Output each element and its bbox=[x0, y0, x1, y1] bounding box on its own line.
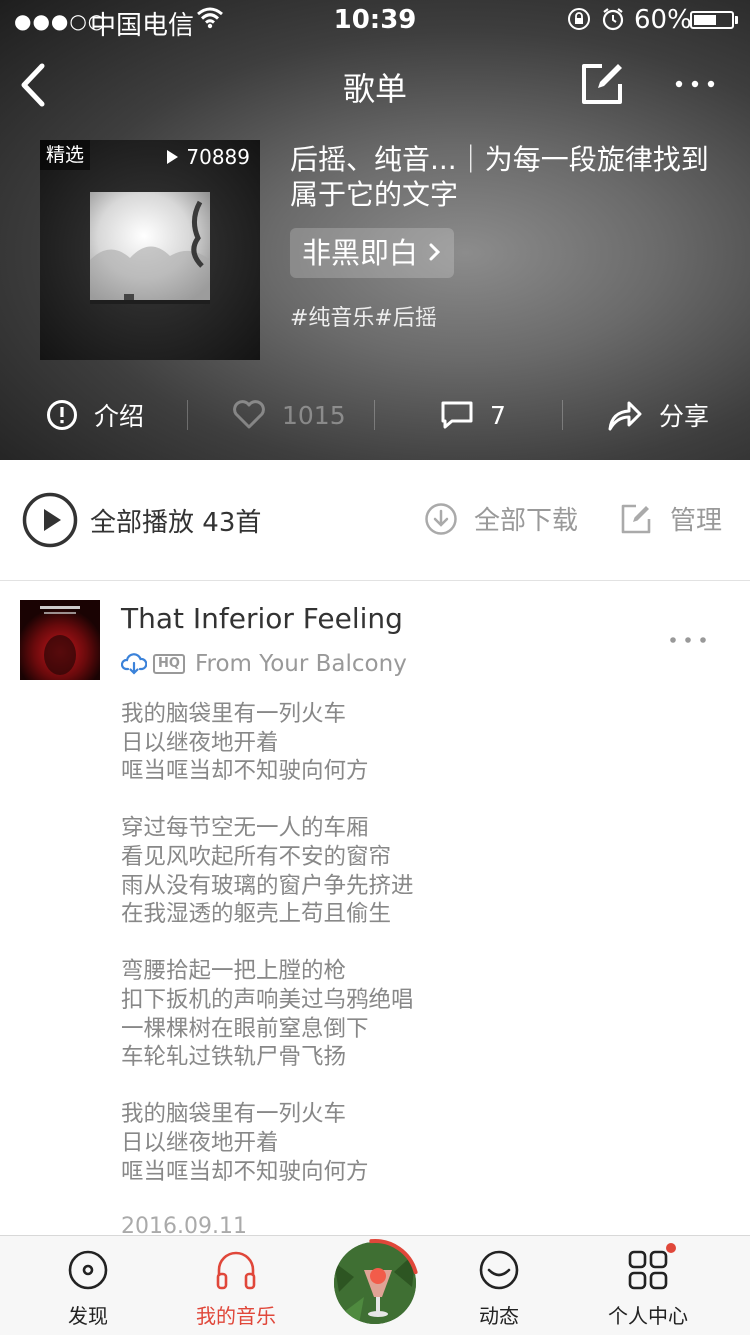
manage-label: 管理 bbox=[670, 506, 723, 536]
tab-my-music-label: 我的音乐 bbox=[196, 1304, 276, 1328]
alarm-icon bbox=[600, 6, 626, 39]
cloud-download-icon bbox=[121, 653, 147, 675]
smile-icon bbox=[479, 1250, 519, 1290]
tab-friends[interactable]: 动态 bbox=[424, 1236, 574, 1335]
notification-dot bbox=[666, 1243, 676, 1253]
rotation-lock-icon bbox=[566, 6, 592, 39]
creator-button[interactable]: 非黑即白 bbox=[290, 228, 455, 279]
lyric-line: 车轮轧过铁轨尸骨飞扬 bbox=[121, 1044, 347, 1071]
grid-icon bbox=[628, 1250, 668, 1290]
heart-icon bbox=[233, 400, 265, 429]
tab-my-music[interactable]: 我的音乐 bbox=[161, 1236, 311, 1335]
lyric-line: 我的脑袋里有一列火车 bbox=[121, 1101, 347, 1128]
lyric-line: 一棵棵树在眼前窒息倒下 bbox=[121, 1015, 369, 1042]
lyric-line: 哐当哐当却不知驶向何方 bbox=[121, 1158, 369, 1185]
song-title[interactable]: That Inferior Feeling bbox=[121, 602, 403, 635]
lyric-line: 看见风吹起所有不安的窗帘 bbox=[121, 843, 392, 870]
like-button[interactable]: 1015 bbox=[232, 385, 346, 445]
intro-button[interactable]: 介绍 bbox=[46, 385, 144, 445]
play-circle-icon bbox=[22, 492, 78, 548]
tab-discover-label: 发现 bbox=[68, 1304, 108, 1328]
playlist-tags[interactable]: #纯音乐#后摇 bbox=[290, 300, 437, 332]
playlist-header: ●●●○○ 中国电信 10:39 60% 歌单 精选 70889 后摇、纯音..… bbox=[0, 0, 750, 460]
featured-badge: 精选 bbox=[40, 140, 91, 170]
download-all-button[interactable]: 全部下载 bbox=[424, 500, 578, 537]
song-meta: HQ From Your Balcony bbox=[121, 651, 407, 677]
share-button[interactable]: 分享 bbox=[607, 385, 709, 445]
album-name: From Your Balcony bbox=[194, 651, 407, 677]
divider bbox=[562, 400, 563, 430]
tab-friends-label: 动态 bbox=[479, 1304, 519, 1328]
cover-image bbox=[40, 140, 260, 360]
play-count: 70889 bbox=[167, 144, 250, 170]
play-icon bbox=[167, 149, 179, 164]
lyric-line: 日以继夜地开着 bbox=[121, 1129, 279, 1156]
song-more-icon[interactable] bbox=[664, 630, 714, 650]
battery-icon bbox=[690, 11, 734, 29]
tab-account[interactable]: 个人中心 bbox=[573, 1236, 723, 1335]
playback-progress-ring bbox=[369, 1239, 418, 1275]
more-options-icon[interactable] bbox=[670, 66, 720, 102]
share-icon bbox=[608, 401, 642, 431]
tab-discover[interactable]: 发现 bbox=[13, 1236, 163, 1335]
info-icon bbox=[47, 400, 77, 430]
song-description: 我的脑袋里有一列火车 日以继夜地开着 哐当哐当却不知驶向何方 穿过每节空无一人的车厢看… bbox=[121, 700, 414, 1215]
lyric-line: 弯腰拾起一把上膛的枪 bbox=[121, 958, 347, 985]
comment-button[interactable]: 7 bbox=[440, 385, 506, 445]
comment-count: 7 bbox=[490, 400, 506, 430]
like-count: 1015 bbox=[282, 400, 346, 430]
play-count-value: 70889 bbox=[186, 145, 250, 169]
share-label: 分享 bbox=[659, 402, 710, 431]
action-row: 介绍 1015 7 分享 bbox=[0, 385, 750, 445]
lyric-line: 扣下扳机的声响美过乌鸦绝唱 bbox=[121, 986, 414, 1013]
tab-account-label: 个人中心 bbox=[608, 1304, 688, 1328]
manage-button[interactable]: 管理 bbox=[620, 500, 722, 537]
lyric-line: 雨从没有玻璃的窗户争先挤进 bbox=[121, 872, 414, 899]
lyric-line: 穿过每节空无一人的车厢 bbox=[121, 815, 369, 842]
playlist-cover[interactable]: 精选 70889 bbox=[40, 140, 260, 360]
status-bar: ●●●○○ 中国电信 10:39 60% bbox=[0, 0, 750, 41]
song-count: 43首 bbox=[202, 508, 262, 538]
playlist-title: 后摇、纯音...｜为每一段旋律找到属于它的文字 bbox=[290, 143, 709, 211]
chevron-right-icon bbox=[428, 229, 442, 279]
lyric-line: 我的脑袋里有一列火车 bbox=[121, 701, 347, 727]
lyric-line: 哐当哐当却不知驶向何方 bbox=[121, 758, 369, 785]
hq-badge: HQ bbox=[153, 654, 185, 674]
lyric-stanza: 我的脑袋里有一列火车 日以继夜地开着 哐当哐当却不知驶向何方 bbox=[121, 700, 414, 786]
headphones-icon bbox=[216, 1251, 256, 1290]
manage-icon bbox=[621, 504, 651, 533]
creator-name: 非黑即白 bbox=[302, 236, 419, 270]
comment-icon bbox=[441, 401, 473, 429]
lyric-stanza: 穿过每节空无一人的车厢 看见风吹起所有不安的窗帘 雨从没有玻璃的窗户争先挤进 在我湿透… bbox=[121, 814, 414, 928]
battery-percent: 60% bbox=[634, 5, 692, 35]
download-icon bbox=[425, 502, 457, 535]
lyric-stanza: 我的脑袋里有一列火车 日以继夜地开着 哐当哐当却不知驶向何方 bbox=[121, 1100, 414, 1186]
divider bbox=[374, 400, 375, 430]
lyric-stanza: 弯腰拾起一把上膛的枪 扣下扳机的声响美过乌鸦绝唱 一棵棵树在眼前窒息倒下 车轮轧过铁轨… bbox=[121, 957, 414, 1071]
disc-icon bbox=[68, 1250, 108, 1290]
divider bbox=[187, 400, 188, 430]
album-art-image bbox=[20, 600, 100, 680]
page-title: 歌单 bbox=[342, 70, 407, 108]
intro-label: 介绍 bbox=[94, 402, 145, 431]
play-all-button[interactable] bbox=[22, 492, 78, 548]
play-all-label[interactable]: 全部播放 43首 bbox=[90, 502, 261, 539]
lyric-line: 日以继夜地开着 bbox=[121, 729, 279, 756]
lyric-line: 在我湿透的躯壳上苟且偷生 bbox=[121, 901, 392, 928]
download-all-label: 全部下载 bbox=[474, 506, 579, 536]
song-album-art[interactable] bbox=[20, 600, 100, 680]
edit-button[interactable] bbox=[578, 60, 626, 108]
